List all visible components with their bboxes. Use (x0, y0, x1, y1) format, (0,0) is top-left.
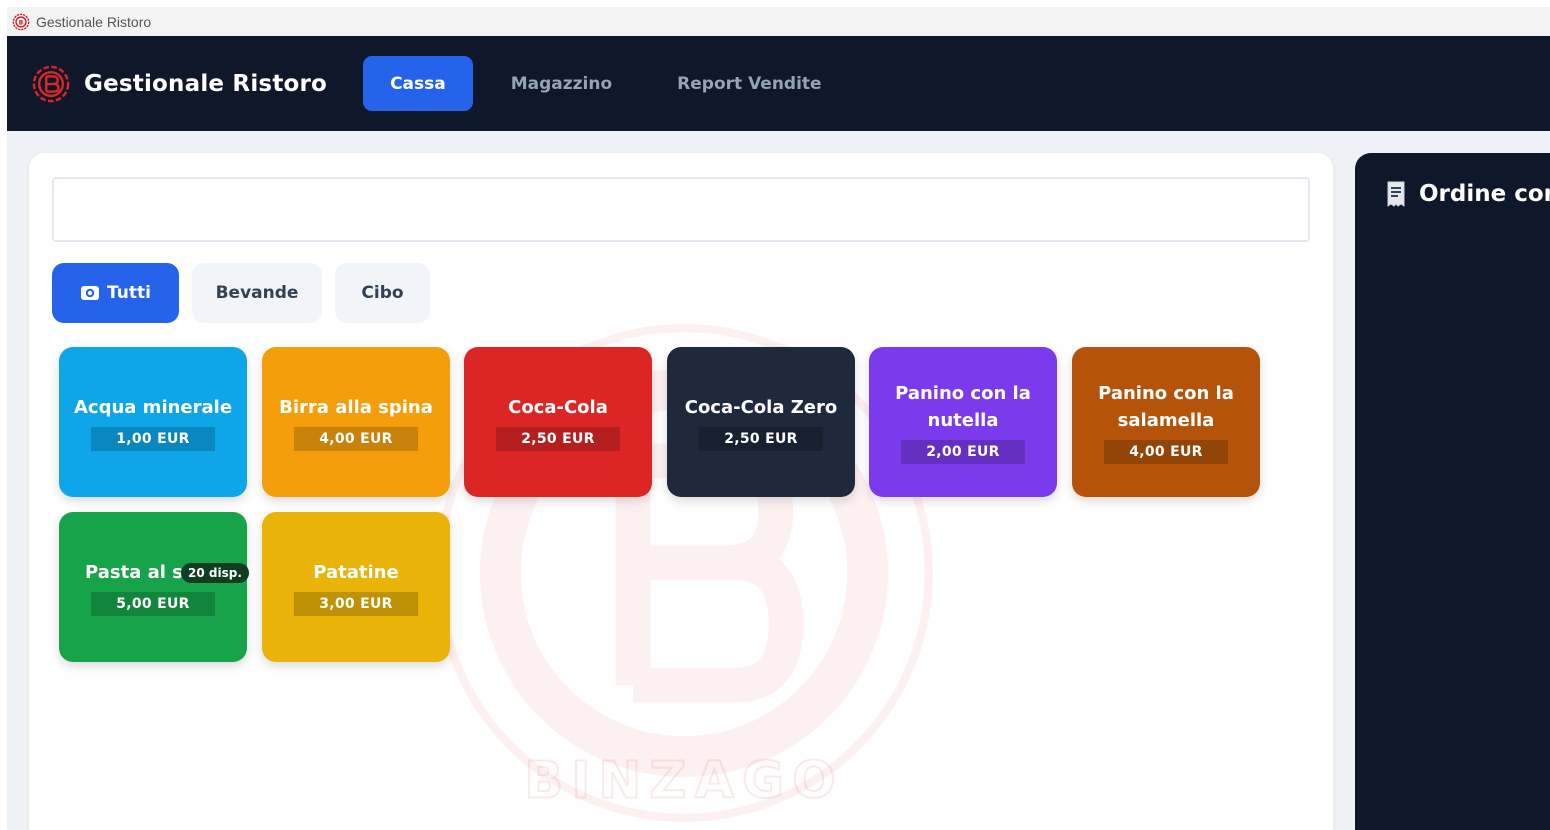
brand[interactable]: Gestionale Ristoro (32, 65, 327, 103)
order-title: Ordine corr (1385, 181, 1550, 207)
product-tile[interactable]: Panino con la nutella 2,00 EUR (869, 347, 1057, 497)
product-price: 2,50 EUR (699, 426, 823, 451)
order-panel: Ordine corr (1355, 153, 1550, 830)
product-price: 4,00 EUR (294, 426, 418, 451)
tab-cassa[interactable]: Cassa (363, 56, 473, 111)
plate-icon (80, 285, 100, 301)
product-tile[interactable]: Pasta al sugo 5,00 EUR 20 disp. (59, 512, 249, 662)
receipt-icon (1385, 181, 1407, 207)
product-price: 5,00 EUR (91, 591, 215, 616)
product-name: Panino con la salamella (1098, 383, 1234, 431)
svg-text:B: B (19, 20, 24, 26)
window-titlebar: B Gestionale Ristoro (7, 7, 1550, 36)
category-label: Tutti (107, 283, 151, 303)
product-tile[interactable]: Panino con la salamella 4,00 EUR (1072, 347, 1260, 497)
product-price: 1,00 EUR (91, 426, 215, 451)
brand-logo-icon (32, 65, 70, 103)
order-title-text: Ordine corr (1419, 181, 1550, 207)
product-name: Acqua minerale (73, 396, 233, 418)
category-filters: Tutti Bevande Cibo (52, 263, 443, 323)
product-panel: BINZAGO Tutti Bevande Cibo Acqua mineral… (29, 153, 1333, 830)
product-tile[interactable]: Acqua minerale 1,00 EUR (59, 347, 247, 497)
category-label: Bevande (215, 283, 299, 303)
product-price: 3,00 EUR (294, 591, 418, 616)
nav-tabs: Cassa Magazzino Report Vendite (363, 56, 860, 111)
tab-magazzino[interactable]: Magazzino (484, 56, 639, 111)
top-navbar: Gestionale Ristoro Cassa Magazzino Repor… (7, 36, 1550, 131)
window-title: Gestionale Ristoro (36, 13, 152, 30)
product-tile[interactable]: Patatine 3,00 EUR (262, 512, 450, 662)
product-price: 2,50 EUR (496, 426, 620, 451)
category-tutti[interactable]: Tutti (52, 263, 179, 323)
stock-badge: 20 disp. (181, 563, 249, 583)
product-price: 2,00 EUR (901, 440, 1025, 464)
product-name: Panino con la nutella (895, 383, 1031, 431)
product-price: 4,00 EUR (1104, 440, 1228, 464)
product-name: Patatine (313, 561, 399, 583)
app: Gestionale Ristoro Cassa Magazzino Repor… (7, 36, 1550, 830)
bp-logo-icon: B (11, 12, 31, 32)
tab-report-vendite[interactable]: Report Vendite (650, 56, 848, 111)
product-name: Coca-Cola (508, 396, 608, 418)
search-input[interactable] (52, 177, 1310, 242)
product-tile[interactable]: Coca-Cola 2,50 EUR (464, 347, 652, 497)
brand-name: Gestionale Ristoro (84, 70, 328, 97)
product-tile[interactable]: Coca-Cola Zero 2,50 EUR (667, 347, 855, 497)
product-name: Birra alla spina (279, 396, 433, 418)
watermark-text: BINZAGO (524, 751, 843, 810)
product-name: Coca-Cola Zero (684, 396, 838, 418)
category-bevande[interactable]: Bevande (192, 263, 322, 323)
category-cibo[interactable]: Cibo (335, 263, 430, 323)
category-label: Cibo (361, 283, 404, 303)
product-tile[interactable]: Birra alla spina 4,00 EUR (262, 347, 450, 497)
